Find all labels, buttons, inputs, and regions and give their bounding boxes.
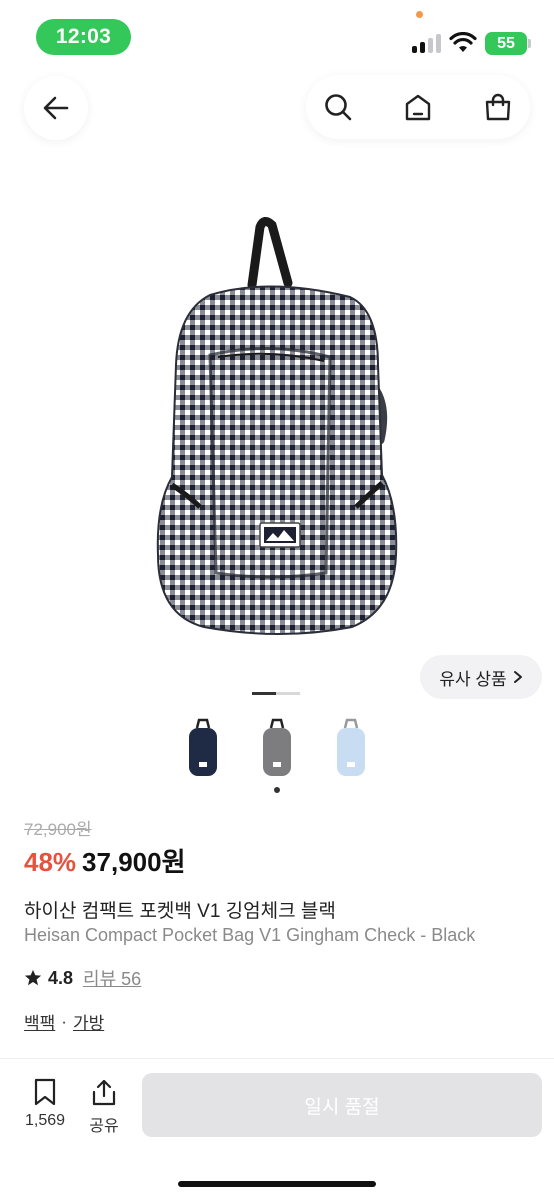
search-button[interactable] <box>306 75 370 139</box>
similar-products-label: 유사 상품 <box>439 669 507 689</box>
similar-products-button[interactable]: 유사 상품 <box>420 655 542 699</box>
pager-segment-1 <box>252 692 276 695</box>
back-button[interactable] <box>24 76 88 140</box>
color-thumb-navy[interactable] <box>178 718 228 780</box>
thumb-swatch <box>263 728 291 776</box>
battery-tip <box>528 39 531 48</box>
cart-button[interactable] <box>466 75 530 139</box>
bookmark-icon <box>34 1078 56 1106</box>
home-button[interactable] <box>386 75 450 139</box>
color-thumb-gray[interactable] <box>252 718 302 780</box>
selected-thumb-indicator <box>274 787 280 793</box>
chevron-right-icon <box>513 671 522 683</box>
rating-row: 4.8 리뷰 56 <box>24 965 141 991</box>
share-icon <box>92 1079 116 1106</box>
category-separator: · <box>61 1011 67 1031</box>
home-indicator[interactable] <box>178 1181 376 1187</box>
soldout-button[interactable]: 일시 품절 <box>142 1073 542 1137</box>
share-label: 공유 <box>89 1118 119 1135</box>
bookmark-button[interactable]: 1,569 <box>20 1078 70 1130</box>
image-pager <box>252 692 300 695</box>
bottom-bar-divider <box>0 1058 554 1059</box>
privacy-indicator-dot <box>416 11 423 18</box>
top-nav-actions <box>306 75 530 139</box>
color-thumb-blue[interactable] <box>326 718 376 780</box>
share-button[interactable]: 공유 <box>82 1078 126 1136</box>
product-image[interactable] <box>120 215 434 655</box>
shopping-bag-icon <box>485 93 511 121</box>
soldout-label: 일시 품절 <box>304 1096 380 1118</box>
rating-value: 4.8 <box>48 967 74 988</box>
cellular-signal-icon <box>412 33 441 53</box>
price-row: 48% 37,900원 <box>24 842 186 879</box>
status-bar: 12:03 55 <box>0 0 554 64</box>
arrow-left-icon <box>43 96 69 120</box>
home-icon <box>405 94 431 121</box>
battery-level: 55 <box>497 34 515 52</box>
wifi-icon <box>449 32 477 52</box>
pager-segment-2 <box>276 692 300 695</box>
review-count-link[interactable]: 리뷰 56 <box>83 965 141 991</box>
battery-icon: 55 <box>485 32 527 55</box>
discount-rate: 48% <box>24 847 77 877</box>
category-breadcrumb: 백팩 · 가방 <box>24 1009 104 1034</box>
search-icon <box>325 94 352 121</box>
original-price: 72,900원 <box>24 820 92 839</box>
category-link-backpack[interactable]: 백팩 <box>24 1009 55 1034</box>
category-link-bags[interactable]: 가방 <box>73 1009 104 1034</box>
bookmark-count: 1,569 <box>24 1112 66 1129</box>
sale-price: 37,900원 <box>82 847 186 877</box>
color-options <box>178 718 378 780</box>
thumb-swatch <box>337 728 365 776</box>
thumb-swatch <box>189 728 217 776</box>
star-icon <box>24 969 42 986</box>
product-title-english: Heisan Compact Pocket Bag V1 Gingham Che… <box>24 925 476 945</box>
product-title: 하이산 컴팩트 포켓백 V1 깅엄체크 블랙 <box>24 901 336 922</box>
status-time: 12:03 <box>36 19 131 55</box>
